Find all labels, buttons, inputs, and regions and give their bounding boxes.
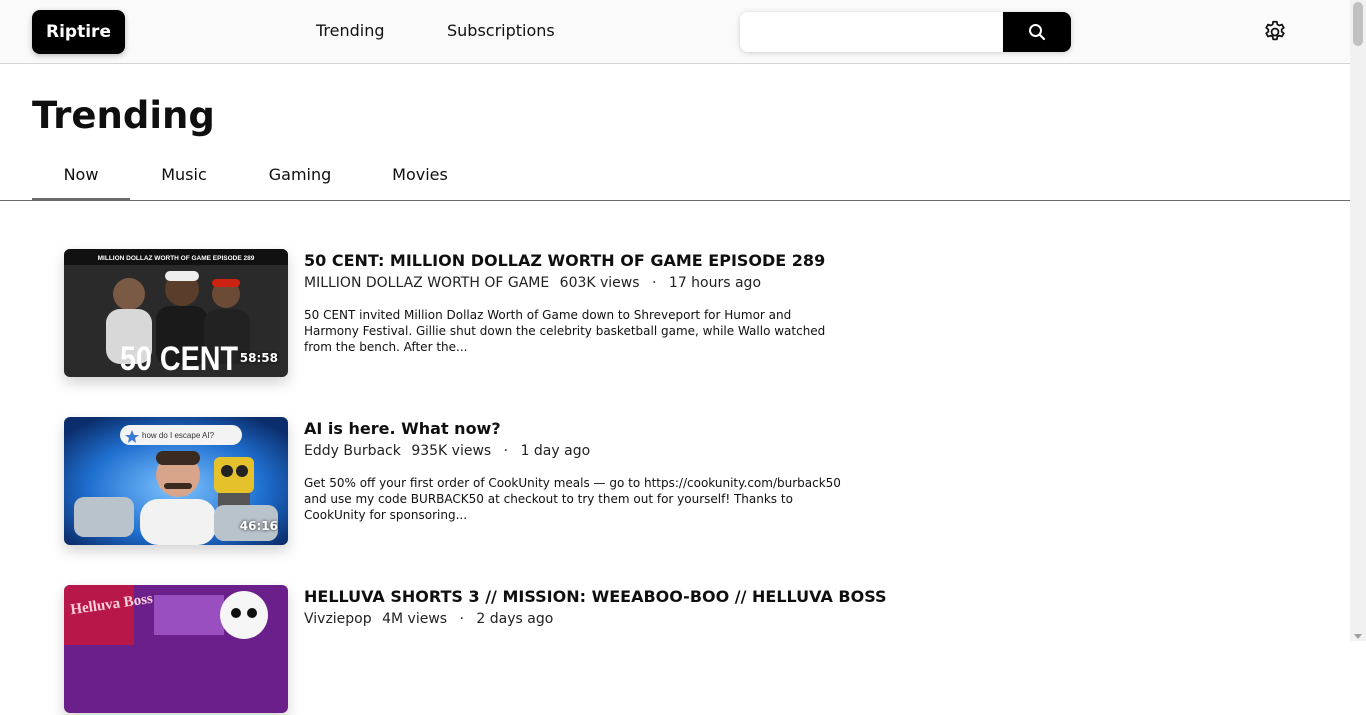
thumbnail-banner-text: MILLION DOLLAZ WORTH OF GAME EPISODE 289 [98, 255, 255, 262]
video-views: 4M views [382, 611, 448, 627]
thumbnail-bubble-text: how do I escape AI? [142, 431, 215, 440]
video-age: 17 hours ago [668, 275, 762, 291]
top-bar: Riptire Trending Subscriptions [0, 0, 1350, 64]
video-meta: Vivziepop 4M views · 2 days ago [304, 609, 553, 629]
tab-music[interactable]: Music [140, 150, 228, 200]
meta-separator: · [503, 443, 509, 459]
video-meta: MILLION DOLLAZ WORTH OF GAME 603K views … [304, 273, 761, 293]
video-item: MILLION DOLLAZ WORTH OF GAME EPISODE 289… [64, 249, 864, 379]
scrollbar-thumb[interactable] [1353, 2, 1363, 46]
tab-now[interactable]: Now [32, 150, 130, 201]
search-box [740, 12, 1071, 52]
nav-trending[interactable]: Trending [316, 20, 385, 42]
video-description: Get 50% off your first order of CookUnit… [304, 476, 841, 522]
video-duration: 58:58 [239, 351, 278, 365]
nav-subscriptions[interactable]: Subscriptions [447, 20, 555, 42]
search-icon [1029, 24, 1046, 41]
video-channel[interactable]: MILLION DOLLAZ WORTH OF GAME [304, 275, 549, 291]
video-age: 2 days ago [476, 611, 554, 627]
video-title[interactable]: AI is here. What now? [304, 417, 501, 441]
video-title[interactable]: 50 CENT: MILLION DOLLAZ WORTH OF GAME EP… [304, 249, 825, 273]
video-channel[interactable]: Eddy Burback [304, 443, 401, 459]
video-item: how do I escape AI? 46:16 AI is here. Wh… [64, 417, 864, 547]
search-button[interactable] [1003, 12, 1071, 52]
meta-separator: · [459, 611, 464, 627]
video-thumbnail[interactable]: Helluva Boss [64, 585, 288, 713]
search-input[interactable] [740, 12, 1003, 52]
tab-movies[interactable]: Movies [375, 150, 465, 200]
logo-button[interactable]: Riptire [32, 10, 125, 54]
video-age: 1 day ago [520, 443, 591, 459]
video-title[interactable]: HELLUVA SHORTS 3 // MISSION: WEEABOO-BOO… [304, 585, 887, 609]
video-item: Helluva Boss HELLUVA SHORTS 3 // MISSION… [64, 585, 887, 715]
scroll-down-arrow-icon[interactable] [1354, 634, 1362, 639]
tab-gaming[interactable]: Gaming [255, 150, 345, 200]
page-title: Trending [32, 94, 215, 137]
gear-icon [1265, 20, 1285, 41]
video-meta: Eddy Burback 935K views · 1 day ago [304, 441, 590, 461]
video-views: 603K views [559, 275, 640, 291]
video-channel[interactable]: Vivziepop [304, 611, 372, 627]
video-thumbnail[interactable]: MILLION DOLLAZ WORTH OF GAME EPISODE 289… [64, 249, 288, 377]
video-description: 50 CENT invited Million Dollaz Worth of … [304, 308, 826, 354]
category-tabs: Now Music Gaming Movies [0, 150, 1350, 201]
video-thumbnail[interactable]: how do I escape AI? 46:16 [64, 417, 288, 545]
video-views: 935K views [411, 443, 492, 459]
scrollbar[interactable] [1350, 0, 1366, 641]
thumbnail-title-text: 50 CENT [120, 340, 238, 377]
video-duration: 46:16 [239, 519, 278, 533]
meta-separator: · [652, 275, 657, 291]
settings-button[interactable] [1262, 19, 1288, 45]
